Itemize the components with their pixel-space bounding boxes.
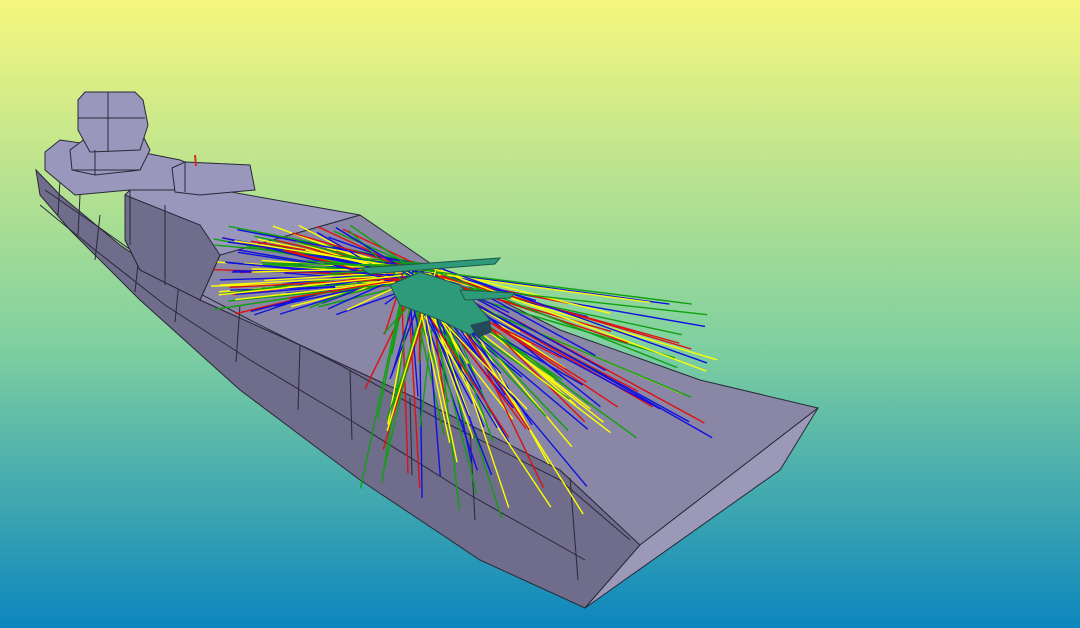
ship-ray-tracing-scene[interactable] xyxy=(0,0,1080,628)
mast-antenna xyxy=(194,154,197,167)
mast-tower xyxy=(77,91,149,153)
forward-deckhouse xyxy=(171,161,256,196)
viewport[interactable] xyxy=(0,0,1080,628)
